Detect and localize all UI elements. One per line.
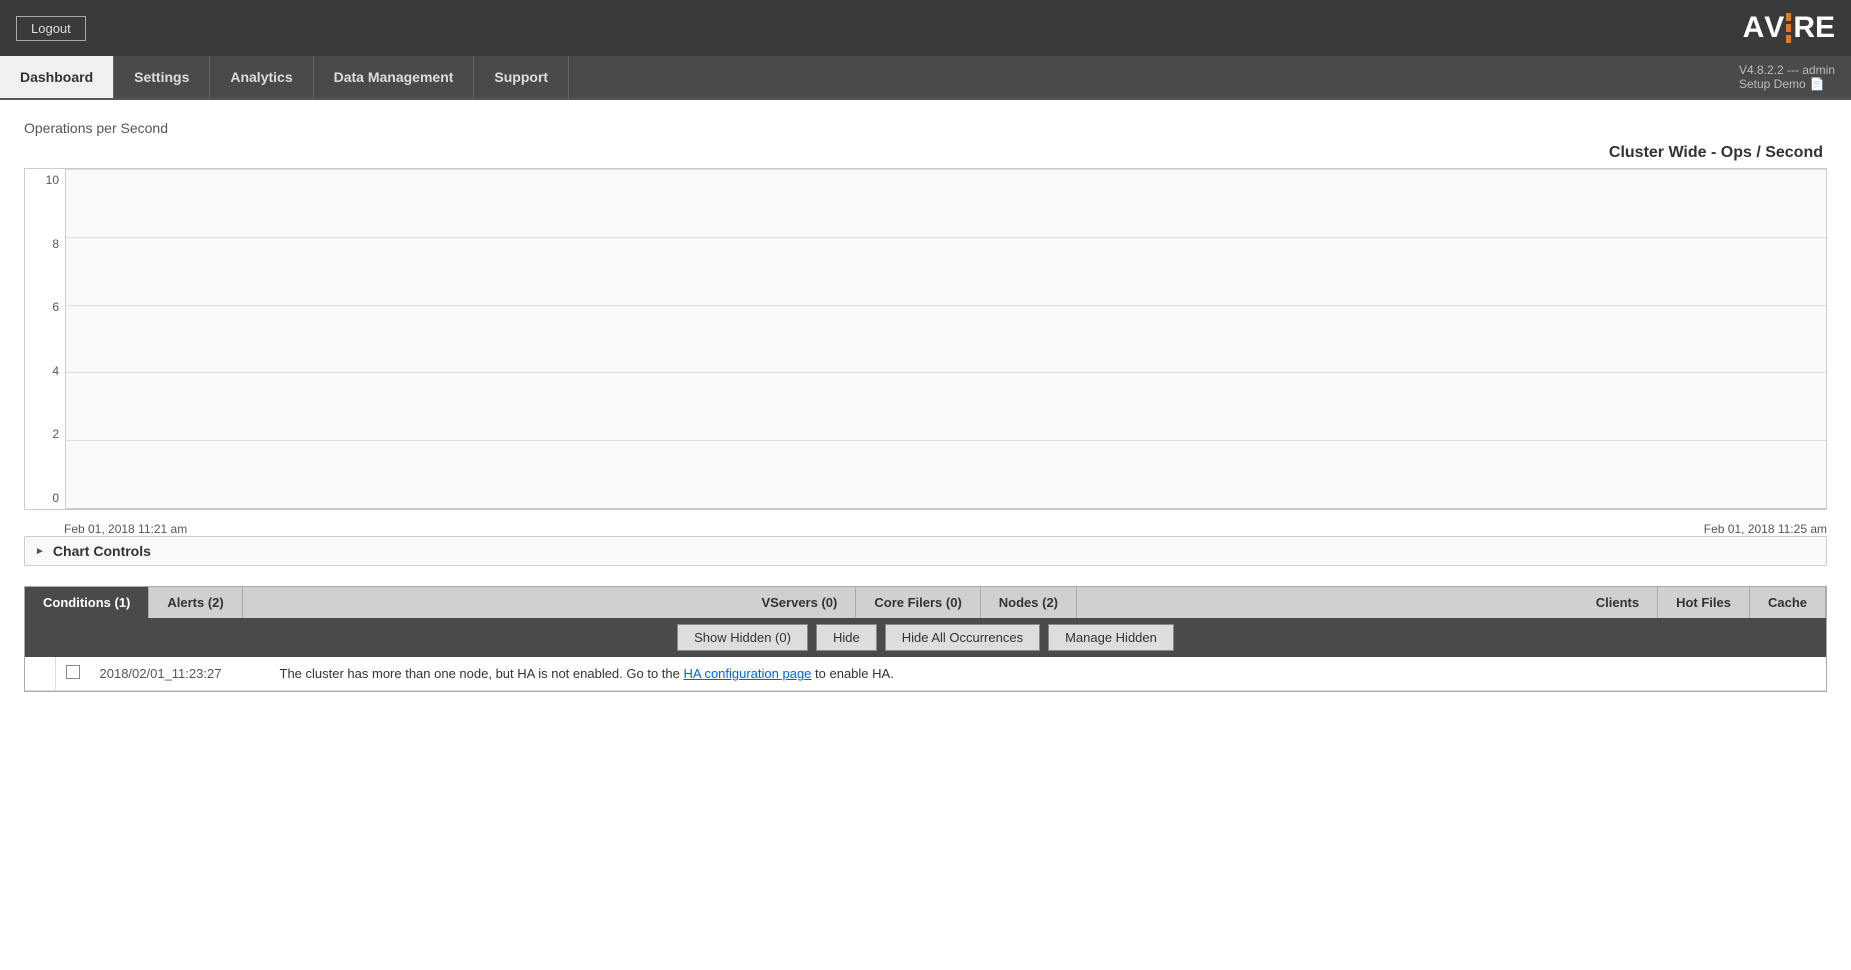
tab-core-filers[interactable]: Core Filers (0) xyxy=(856,587,980,618)
tab-vservers[interactable]: VServers (0) xyxy=(743,587,856,618)
actions-row: Show Hidden (0) Hide Hide All Occurrence… xyxy=(25,618,1826,657)
message-suffix: to enable HA. xyxy=(811,666,893,681)
row-timestamp: 2018/02/01_11:23:27 xyxy=(90,657,270,691)
logo-letter-v: V xyxy=(1764,11,1784,45)
y-label-0: 0 xyxy=(52,491,59,505)
tab-spacer-1 xyxy=(243,587,744,618)
nav-meta: V4.8.2.2 --- admin Setup Demo 📄 xyxy=(1723,56,1851,98)
nav-tab-analytics[interactable]: Analytics xyxy=(210,56,313,98)
chart-controls-arrow: ► xyxy=(35,546,45,557)
row-checkbox[interactable] xyxy=(66,665,80,679)
version-info: V4.8.2.2 --- admin xyxy=(1739,63,1835,77)
logo-separator xyxy=(1786,13,1791,43)
manage-hidden-button[interactable]: Manage Hidden xyxy=(1048,624,1174,651)
nav-tab-dashboard[interactable]: Dashboard xyxy=(0,56,114,98)
y-label-2: 2 xyxy=(52,427,59,441)
header: Logout A V R E xyxy=(0,0,1851,56)
chart-controls-label: Chart Controls xyxy=(53,543,151,559)
logo-letter-r: R xyxy=(1793,11,1815,45)
navbar: Dashboard Settings Analytics Data Manage… xyxy=(0,56,1851,100)
tab-spacer-2 xyxy=(1077,587,1578,618)
chart-title-left: Operations per Second xyxy=(24,120,1827,136)
nav-tab-settings[interactable]: Settings xyxy=(114,56,210,98)
conditions-area: Conditions (1) Alerts (2) VServers (0) C… xyxy=(24,586,1827,692)
tab-nodes[interactable]: Nodes (2) xyxy=(981,587,1077,618)
y-label-8: 8 xyxy=(52,237,59,251)
setup-demo-icon: 📄 xyxy=(1810,77,1825,91)
row-indicator xyxy=(25,657,55,691)
tab-cache[interactable]: Cache xyxy=(1750,587,1826,618)
row-checkbox-cell xyxy=(55,657,90,691)
chart-title-right: Cluster Wide - Ops / Second xyxy=(24,144,1827,162)
y-label-4: 4 xyxy=(52,364,59,378)
chart-container: 10 8 6 4 2 0 xyxy=(24,168,1827,510)
tab-alerts[interactable]: Alerts (2) xyxy=(149,587,242,618)
show-hidden-button[interactable]: Show Hidden (0) xyxy=(677,624,808,651)
logo-letter-a: A xyxy=(1743,11,1765,45)
tab-hot-files[interactable]: Hot Files xyxy=(1658,587,1750,618)
tab-clients[interactable]: Clients xyxy=(1578,587,1658,618)
chart-controls-bar[interactable]: ► Chart Controls xyxy=(24,536,1827,566)
ha-config-link[interactable]: HA configuration page xyxy=(683,666,811,681)
y-label-6: 6 xyxy=(52,300,59,314)
setup-demo[interactable]: Setup Demo 📄 xyxy=(1739,77,1835,91)
x-label-left: Feb 01, 2018 11:21 am xyxy=(64,522,187,536)
hide-button[interactable]: Hide xyxy=(816,624,877,651)
y-label-10: 10 xyxy=(46,173,59,187)
nav-tab-support[interactable]: Support xyxy=(474,56,569,98)
chart-x-labels: Feb 01, 2018 11:21 am Feb 01, 2018 11:25… xyxy=(24,518,1827,536)
logout-button[interactable]: Logout xyxy=(16,16,86,41)
tab-conditions[interactable]: Conditions (1) xyxy=(25,587,149,618)
message-prefix: The cluster has more than one node, but … xyxy=(280,666,684,681)
tabs-row: Conditions (1) Alerts (2) VServers (0) C… xyxy=(25,587,1826,618)
chart-section: Operations per Second Cluster Wide - Ops… xyxy=(24,120,1827,566)
hide-all-occurrences-button[interactable]: Hide All Occurrences xyxy=(885,624,1040,651)
conditions-table: 2018/02/01_11:23:27 The cluster has more… xyxy=(25,657,1826,691)
table-row: 2018/02/01_11:23:27 The cluster has more… xyxy=(25,657,1826,691)
avere-logo: A V R E xyxy=(1743,11,1835,45)
nav-tab-data-management[interactable]: Data Management xyxy=(314,56,475,98)
logo-letter-e: E xyxy=(1815,11,1835,45)
row-message: The cluster has more than one node, but … xyxy=(270,657,1827,691)
main-content: Operations per Second Cluster Wide - Ops… xyxy=(0,100,1851,970)
chart-plot-area xyxy=(65,169,1826,509)
x-label-right: Feb 01, 2018 11:25 am xyxy=(1704,522,1827,536)
chart-y-axis: 10 8 6 4 2 0 xyxy=(25,169,65,509)
